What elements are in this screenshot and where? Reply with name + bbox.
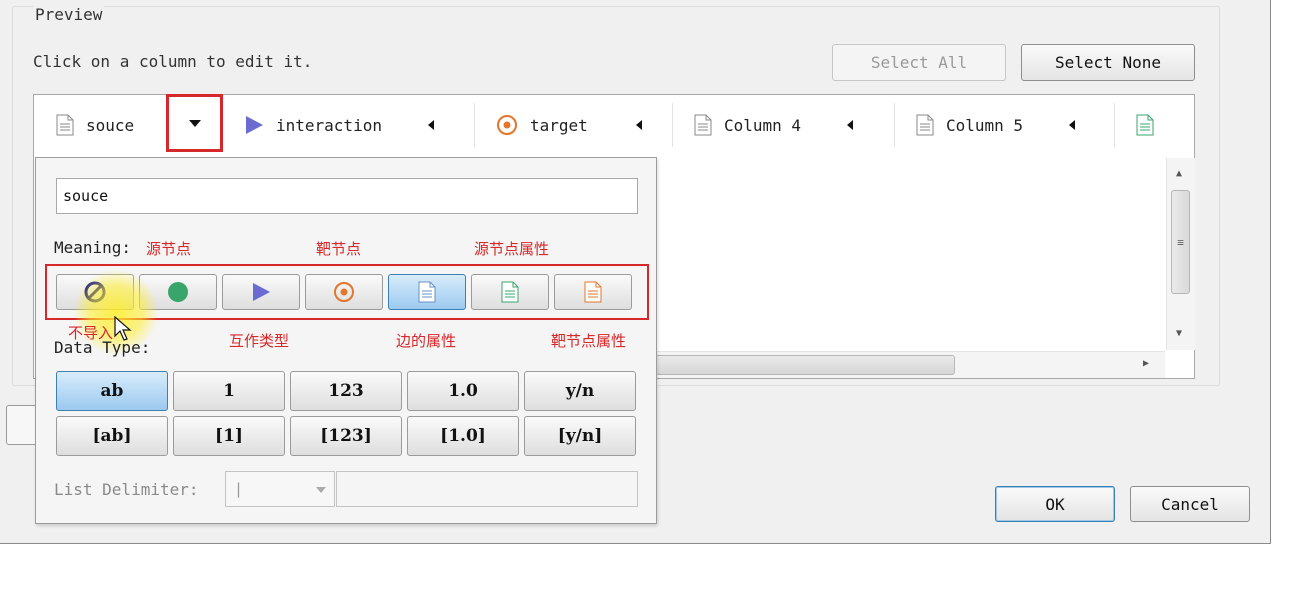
play-triangle-icon [246, 116, 263, 134]
scroll-right-icon[interactable]: ▶ [1143, 358, 1149, 369]
meaning-interaction-type-button[interactable] [222, 274, 300, 310]
ok-button[interactable]: OK [995, 486, 1115, 522]
column-label: souce [86, 115, 135, 135]
column-header-interaction[interactable]: interaction [244, 95, 464, 155]
column-header-target[interactable]: target [496, 95, 656, 155]
vertical-scroll-thumb[interactable]: ≡ [1171, 190, 1190, 294]
column-divider [474, 103, 475, 147]
annotation-source-node: 源节点 [146, 240, 192, 258]
preview-title: Preview [33, 5, 105, 24]
chevron-down-icon [188, 119, 201, 127]
column-label: Column 5 [946, 115, 1024, 135]
preview-hint: Click on a column to edit it. [33, 52, 313, 71]
column-label: target [530, 115, 588, 135]
column-menu-arrow-icon[interactable] [847, 120, 854, 130]
column-divider [894, 103, 895, 147]
data-type-label: Data Type: [54, 338, 151, 357]
datatype-integer-button[interactable]: 1 [173, 371, 285, 411]
datatype-long-list-button[interactable]: [123] [290, 416, 402, 456]
column-name-input[interactable] [56, 178, 638, 214]
interaction-type-icon [253, 283, 270, 301]
column-menu-arrow-icon[interactable] [1069, 120, 1076, 130]
target-icon [497, 115, 517, 135]
chevron-down-icon [316, 487, 326, 493]
datatype-integer-list-button[interactable]: [1] [173, 416, 285, 456]
column-editor-popup: Meaning: 源节点 靶节点 源节点属性 不导入 Data Type: 互作… [35, 157, 657, 524]
meaning-edge-attribute-button[interactable] [388, 274, 466, 310]
meaning-source-node-attribute-button[interactable] [471, 274, 549, 310]
annotation-target-node-attribute: 靶节点属性 [551, 332, 627, 350]
column-header-column-4[interactable]: Column 4 [694, 95, 874, 155]
source-node-icon [168, 282, 188, 302]
datatype-double-list-button[interactable]: [1.0] [407, 416, 519, 456]
column-header-column-5[interactable]: Column 5 [916, 95, 1096, 155]
list-delimiter-label: List Delimiter: [54, 480, 199, 499]
column-label: Column 4 [724, 115, 802, 135]
meaning-target-node-button[interactable] [305, 274, 383, 310]
datatype-boolean-list-button[interactable]: [y/n] [524, 416, 636, 456]
annotation-target-node: 靶节点 [316, 240, 362, 258]
document-icon [1136, 114, 1154, 136]
column-menu-arrow-icon[interactable] [427, 120, 434, 130]
source-node-attribute-icon [501, 281, 519, 303]
column-label: interaction [276, 115, 382, 135]
list-delimiter-custom-field[interactable] [336, 471, 638, 507]
annotation-interaction-type: 互作类型 [229, 332, 290, 350]
horizontal-scroll-thumb[interactable] [655, 355, 955, 375]
scroll-up-icon[interactable]: ▲ [1176, 168, 1182, 179]
datatype-long-button[interactable]: 123 [290, 371, 402, 411]
select-all-button[interactable]: Select All [832, 44, 1006, 81]
column-divider [672, 103, 673, 147]
document-icon [56, 114, 74, 136]
list-delimiter-value: | [234, 480, 244, 498]
cancel-button[interactable]: Cancel [1130, 486, 1250, 522]
document-icon [694, 114, 712, 136]
annotation-edge-attribute: 边的属性 [396, 332, 457, 350]
target-node-icon [334, 282, 354, 302]
horizontal-scrollbar[interactable]: ▶ [655, 351, 1165, 378]
vertical-scrollbar[interactable]: ▲ ≡ ▼ [1166, 158, 1195, 350]
column-header-souce[interactable]: souce [56, 95, 166, 155]
list-delimiter-select[interactable]: | [225, 471, 335, 507]
datatype-string-list-button[interactable]: [ab] [56, 416, 168, 456]
meaning-target-node-attribute-button[interactable] [554, 274, 632, 310]
target-node-attribute-icon [584, 281, 602, 303]
scroll-down-icon[interactable]: ▼ [1176, 328, 1182, 339]
datatype-boolean-button[interactable]: y/n [524, 371, 636, 411]
document-icon [916, 114, 934, 136]
column-menu-arrow-icon[interactable] [635, 120, 642, 130]
select-none-button[interactable]: Select None [1021, 44, 1195, 81]
meaning-label: Meaning: [54, 238, 132, 257]
annotation-source-node-attribute: 源节点属性 [474, 240, 550, 258]
column-dropdown-button[interactable] [166, 94, 223, 152]
datatype-string-button[interactable]: ab [56, 371, 168, 411]
edge-attribute-icon [418, 281, 436, 303]
datatype-double-button[interactable]: 1.0 [407, 371, 519, 411]
mouse-pointer-icon [114, 316, 132, 341]
column-divider [1114, 103, 1115, 147]
column-header-partial[interactable] [1136, 95, 1176, 155]
